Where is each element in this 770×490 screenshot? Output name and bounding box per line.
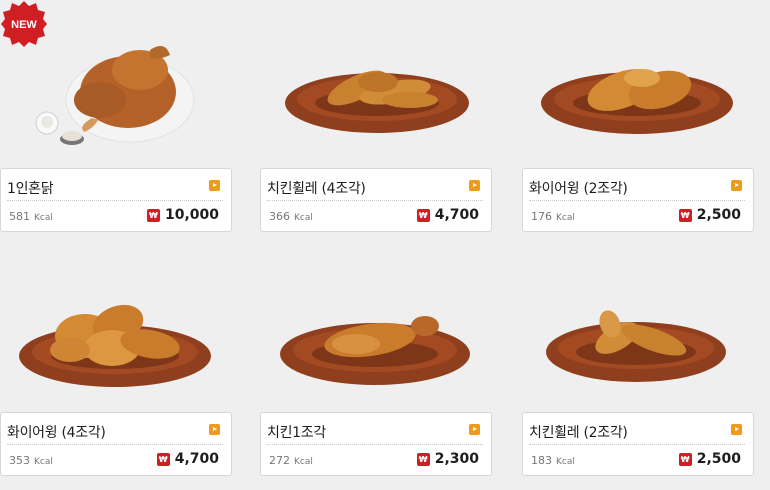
calorie-info: 176 Kcal bbox=[531, 210, 575, 223]
new-badge-label: NEW bbox=[11, 19, 37, 31]
product-item[interactable]: 화이어윙 (2조각) 176 Kcal ₩2,500 bbox=[522, 0, 754, 232]
product-name[interactable]: 화이어윙 (2조각) bbox=[529, 178, 628, 198]
product-name[interactable]: 치킨휠레 (2조각) bbox=[529, 422, 628, 442]
product-card[interactable]: 1인혼닭 581 Kcal ₩10,000 bbox=[0, 168, 232, 232]
divider bbox=[267, 200, 483, 201]
product-card[interactable]: 치킨휠레 (4조각) 366 Kcal ₩4,700 bbox=[260, 168, 492, 232]
product-item[interactable]: 치킨휠레 (2조각) 183 Kcal ₩2,500 bbox=[522, 244, 754, 476]
divider bbox=[529, 444, 745, 445]
won-icon: ₩ bbox=[678, 209, 692, 222]
product-card[interactable]: 치킨1조각 272 Kcal ₩2,300 bbox=[260, 412, 492, 476]
product-image-chicken-fillet-2[interactable] bbox=[522, 244, 754, 404]
price: ₩4,700 bbox=[156, 451, 219, 467]
product-card[interactable]: 화이어윙 (2조각) 176 Kcal ₩2,500 bbox=[522, 168, 754, 232]
calorie-info: 353 Kcal bbox=[9, 454, 53, 467]
play-arrow-icon[interactable] bbox=[731, 180, 742, 191]
divider bbox=[7, 200, 223, 201]
price: ₩4,700 bbox=[416, 207, 479, 223]
calorie-info: 272 Kcal bbox=[269, 454, 313, 467]
won-icon: ₩ bbox=[416, 209, 430, 222]
divider bbox=[7, 444, 223, 445]
product-image-whole-chicken[interactable]: NEW bbox=[0, 0, 232, 160]
won-icon: ₩ bbox=[416, 453, 430, 466]
product-item[interactable]: 치킨휠레 (4조각) 366 Kcal ₩4,700 bbox=[260, 0, 492, 232]
product-image-chicken-fillet-4[interactable] bbox=[260, 0, 492, 160]
price: ₩2,500 bbox=[678, 451, 741, 467]
product-grid: NEW 1인혼닭 581 Kcal ₩10,000 치킨휠레 (4조각) 366… bbox=[0, 0, 770, 490]
product-image-chicken-1[interactable] bbox=[260, 244, 492, 404]
calorie-info: 183 Kcal bbox=[531, 454, 575, 467]
price: ₩10,000 bbox=[146, 207, 219, 223]
product-name[interactable]: 치킨휠레 (4조각) bbox=[267, 178, 366, 198]
price: ₩2,500 bbox=[678, 207, 741, 223]
product-item[interactable]: 화이어윙 (4조각) 353 Kcal ₩4,700 bbox=[0, 244, 232, 476]
product-card[interactable]: 치킨휠레 (2조각) 183 Kcal ₩2,500 bbox=[522, 412, 754, 476]
won-icon: ₩ bbox=[146, 209, 160, 222]
play-arrow-icon[interactable] bbox=[209, 180, 220, 191]
product-image-fire-wing-4[interactable] bbox=[0, 244, 232, 404]
product-name[interactable]: 화이어윙 (4조각) bbox=[7, 422, 106, 442]
play-arrow-icon[interactable] bbox=[469, 180, 480, 191]
won-icon: ₩ bbox=[156, 453, 170, 466]
product-item[interactable]: NEW 1인혼닭 581 Kcal ₩10,000 bbox=[0, 0, 232, 232]
won-icon: ₩ bbox=[678, 453, 692, 466]
calorie-info: 366 Kcal bbox=[269, 210, 313, 223]
price: ₩2,300 bbox=[416, 451, 479, 467]
play-arrow-icon[interactable] bbox=[469, 424, 480, 435]
divider bbox=[267, 444, 483, 445]
product-name[interactable]: 치킨1조각 bbox=[267, 422, 326, 442]
product-card[interactable]: 화이어윙 (4조각) 353 Kcal ₩4,700 bbox=[0, 412, 232, 476]
play-arrow-icon[interactable] bbox=[209, 424, 220, 435]
divider bbox=[529, 200, 745, 201]
calorie-info: 581 Kcal bbox=[9, 210, 53, 223]
new-badge-icon: NEW bbox=[1, 1, 47, 47]
product-image-fire-wing-2[interactable] bbox=[522, 0, 754, 160]
product-name[interactable]: 1인혼닭 bbox=[7, 178, 54, 198]
play-arrow-icon[interactable] bbox=[731, 424, 742, 435]
product-item[interactable]: 치킨1조각 272 Kcal ₩2,300 bbox=[260, 244, 492, 476]
